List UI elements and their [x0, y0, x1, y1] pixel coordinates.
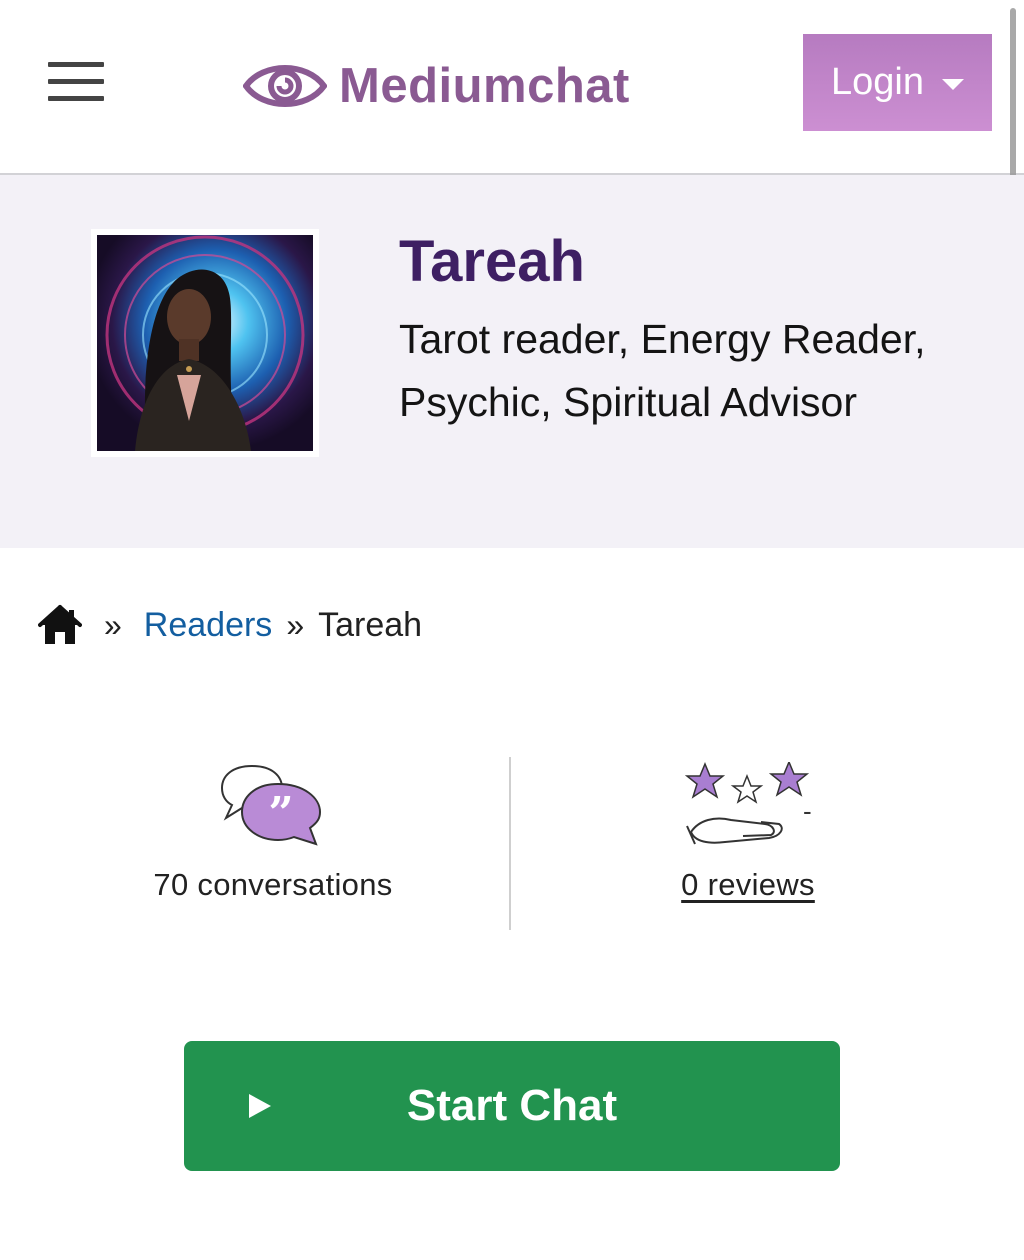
- brand-name: Mediumchat: [339, 59, 630, 113]
- conversations-stat: ” 70 conversations: [100, 762, 446, 903]
- conversations-count: 70 conversations: [153, 867, 393, 902]
- reviews-link[interactable]: 0 reviews: [681, 867, 815, 902]
- eye-icon: [243, 65, 327, 107]
- breadcrumb-separator: »: [104, 606, 122, 643]
- play-icon: [249, 1094, 271, 1118]
- reader-avatar: [91, 229, 319, 457]
- start-chat-button[interactable]: [184, 1041, 840, 1171]
- breadcrumb: » Readers » Tareah: [38, 600, 422, 650]
- stats-divider: [509, 757, 511, 930]
- reviews-stat: 0 reviews: [575, 760, 921, 903]
- login-dropdown-button[interactable]: Login: [803, 34, 992, 131]
- rating-value: -: [803, 796, 812, 826]
- breadcrumb-current: Tareah: [318, 605, 423, 644]
- hamburger-menu-icon[interactable]: [48, 62, 104, 102]
- stars-hand-icon: [684, 760, 810, 845]
- home-icon[interactable]: [38, 604, 82, 646]
- login-label: Login: [831, 61, 924, 103]
- svg-text:”: ”: [268, 788, 293, 839]
- breadcrumb-separator: »: [286, 606, 305, 643]
- reader-name: Tareah: [399, 229, 585, 294]
- breadcrumb-link-readers[interactable]: Readers: [144, 606, 273, 645]
- site-header: Mediumchat Login: [0, 0, 1024, 175]
- caret-down-icon: [941, 79, 964, 90]
- brand-logo[interactable]: Mediumchat: [243, 56, 630, 116]
- chat-bubbles-icon: ”: [220, 764, 322, 846]
- reader-skills: Tarot reader, Energy Reader, Psychic, Sp…: [399, 316, 926, 425]
